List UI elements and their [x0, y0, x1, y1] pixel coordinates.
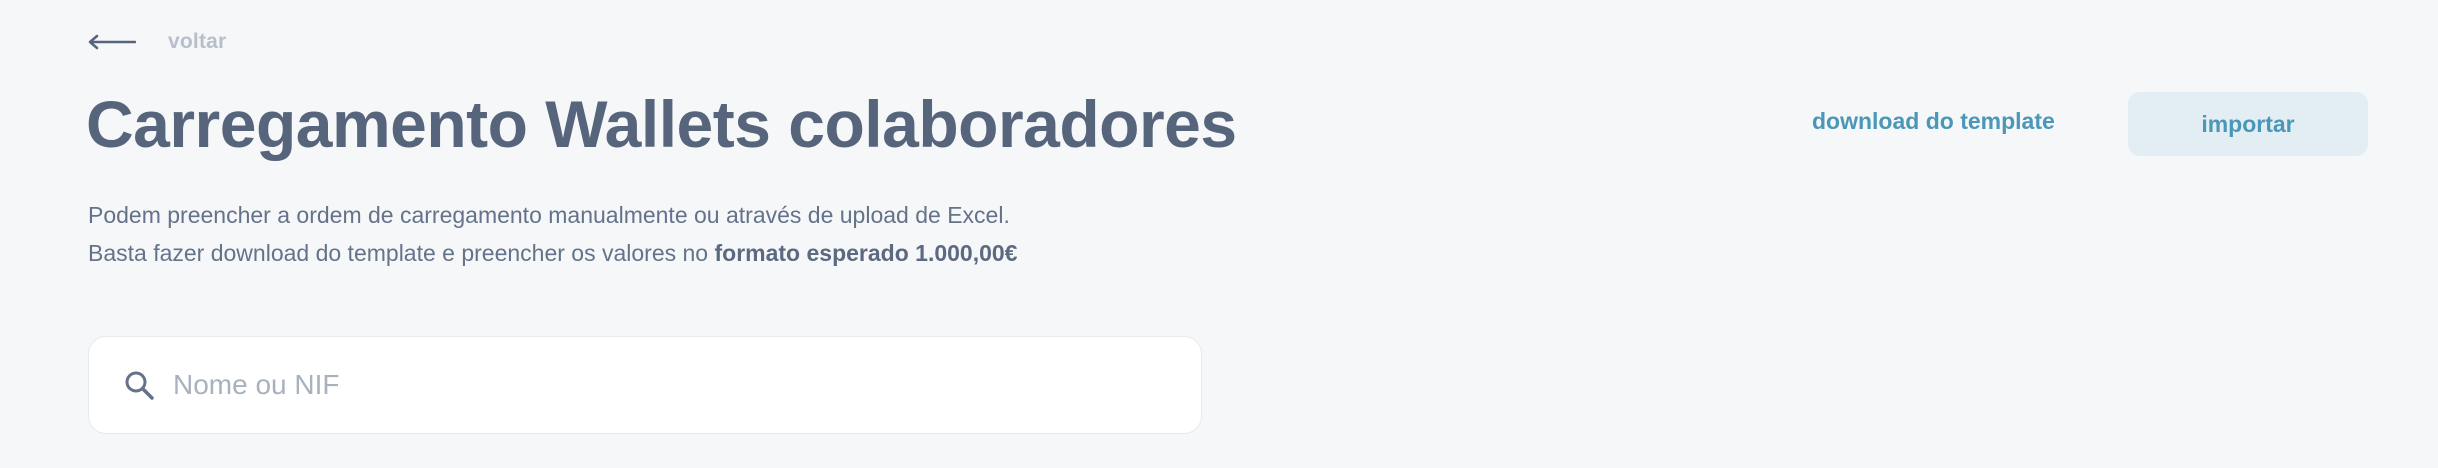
- description-line-1: Podem preencher a ordem de carregamento …: [88, 202, 1010, 228]
- description-line-2-text: Basta fazer download do template e preen…: [88, 240, 715, 266]
- page-description: Podem preencher a ordem de carregamento …: [88, 196, 1017, 272]
- search-input[interactable]: [173, 369, 1073, 401]
- back-link[interactable]: voltar: [88, 24, 226, 60]
- description-line-2: Basta fazer download do template e preen…: [88, 234, 1017, 272]
- arrow-left-icon: [88, 34, 136, 50]
- expected-format-text: formato esperado 1.000,00€: [714, 240, 1018, 266]
- page-title: Carregamento Wallets colaboradores: [86, 87, 1237, 161]
- download-template-link[interactable]: download do template: [1812, 108, 2055, 135]
- back-link-label: voltar: [168, 30, 227, 53]
- import-button[interactable]: importar: [2128, 92, 2368, 156]
- search-icon: [125, 371, 154, 400]
- search-box[interactable]: [88, 336, 1202, 434]
